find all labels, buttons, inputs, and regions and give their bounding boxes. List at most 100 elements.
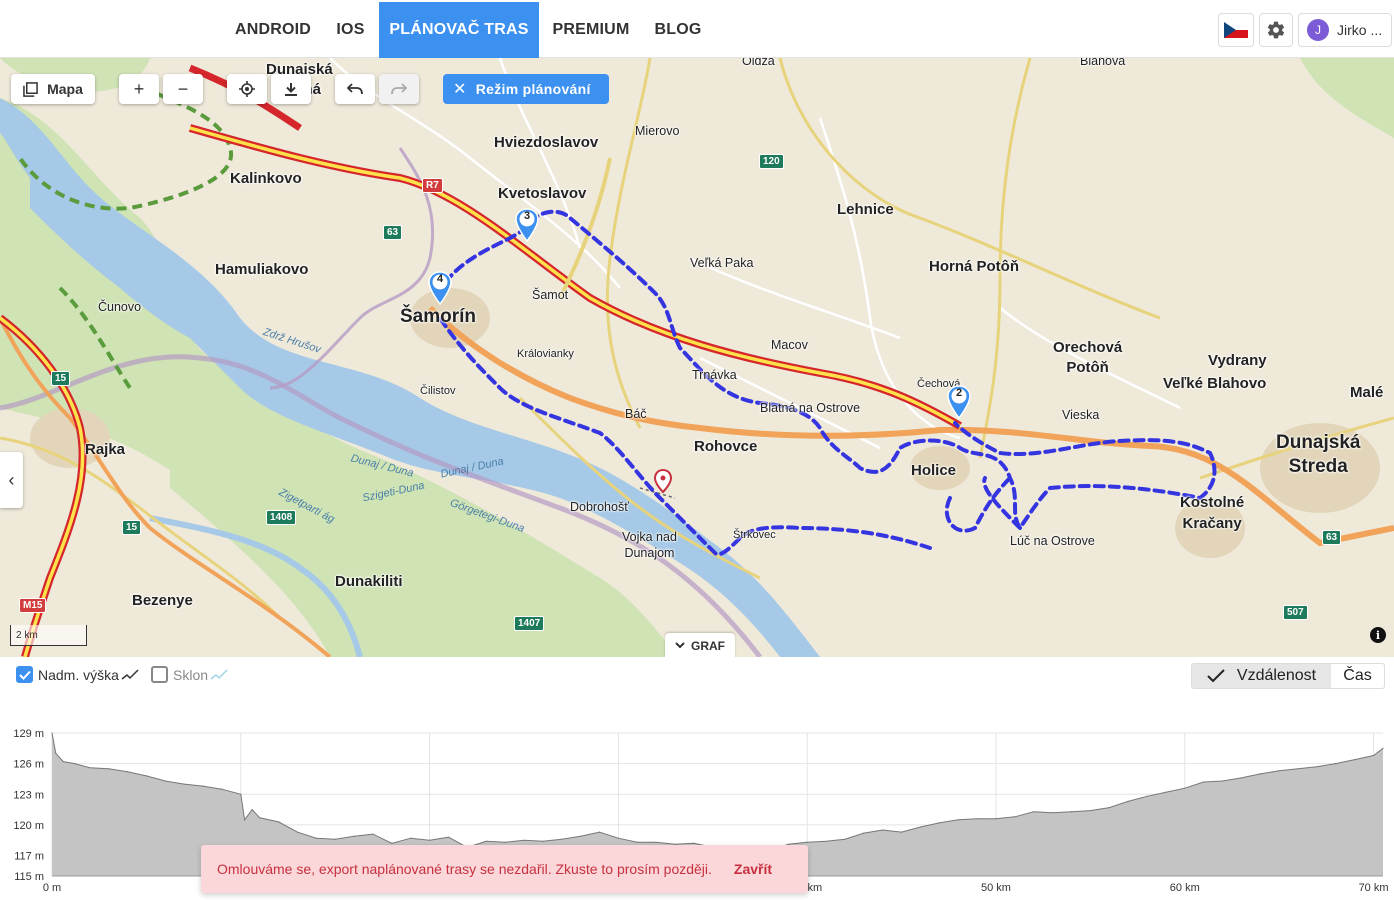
sidebar-toggle-button[interactable]: ‹ [0,452,23,508]
map-view[interactable]: Dunajská Lužná Oldza Blahova Mierovo Hvi… [0,58,1394,657]
road-shield-1408: 1408 [266,510,297,525]
elevation-point [523,839,525,841]
nav-ios[interactable]: IOS [322,2,379,58]
place-holice: Holice [911,462,957,479]
elevation-point [542,840,544,842]
zoom-in-button[interactable]: + [119,74,159,104]
place-vieska: Vieska [1062,408,1100,422]
elevation-point [844,838,846,840]
elevation-point [863,832,865,834]
language-button[interactable] [1218,13,1254,47]
waypoint-number: 4 [436,273,444,285]
graph-tab-label: GRAF [691,638,725,653]
chevron-down-icon [675,642,685,649]
place-velka-paka: Veľká Paka [690,256,754,270]
elevation-point [429,839,431,841]
error-toast: Omlouváme se, export naplánované trasy s… [201,845,808,893]
user-menu-button[interactable]: J Jirko ... [1298,13,1392,47]
place-bac: Báč [625,407,647,421]
place-hamuliakovo: Hamuliakovo [215,261,309,278]
elevation-point [1127,800,1129,802]
place-blatna: Blatná na Ostrove [760,401,861,415]
place-vojka: Vojka nad Dunajom [622,530,677,561]
checkbox-unchecked[interactable] [151,666,168,683]
waypoint-marker-2[interactable]: 2 [947,385,971,420]
zoom-out-button[interactable]: − [163,74,203,104]
map-layer-button[interactable]: Mapa [11,74,95,104]
elevation-point [259,817,261,819]
avatar: J [1307,19,1329,41]
toast-close-button[interactable]: Zavřít [734,861,772,877]
elevation-point [485,840,487,842]
road-shield-m15: M15 [19,598,47,613]
elevation-point [447,836,450,838]
redo-button[interactable] [379,74,419,104]
place-cilistov: Čilistov [420,385,456,397]
elevation-point [244,819,246,821]
elevation-point [995,818,997,820]
elevation-point [1297,768,1299,770]
czech-flag-icon [1224,22,1248,38]
elevation-point [62,761,64,763]
elevation-point [976,818,978,820]
y-tick-label: 129 m [13,728,44,740]
info-icon[interactable]: i [1370,627,1386,643]
nav-android[interactable]: ANDROID [224,2,322,58]
place-kostolne-kracany: Kostolné Kračany [1180,494,1245,532]
x-tick-label: 50 km [981,882,1011,894]
line-chart-icon [121,668,139,680]
slope-checkbox[interactable]: Sklon [151,666,228,683]
toggle-distance[interactable]: Vzdálenost [1192,664,1331,688]
toggle-time[interactable]: Čas [1331,664,1384,688]
place-kalinkovo: Kalinkovo [230,170,302,187]
settings-button[interactable] [1259,13,1293,47]
place-samorin: Šamorín [400,306,477,327]
elevation-point [51,732,53,734]
download-button[interactable] [271,74,311,104]
chevron-left-icon: ‹ [8,469,15,490]
elevation-point [251,809,253,811]
map-base-layer [0,58,1394,657]
road-shield-63b: 63 [1322,530,1342,545]
place-strkovec: Štrkovec [733,529,776,541]
elevation-checkbox[interactable]: Nadm. výška [16,666,139,683]
top-navigation-bar: ANDROID IOS PLÁNOVAČ TRAS PREMIUM BLOG J… [0,0,1394,58]
gear-icon [1267,21,1285,39]
y-tick-label: 115 m [14,871,44,883]
undo-button[interactable] [335,74,375,104]
elevation-point [1165,791,1167,793]
checkbox-checked[interactable] [16,666,33,683]
toast-message: Omlouváme se, export naplánované trasy s… [217,861,712,877]
planning-mode-button[interactable]: ✕ Režim plánování [443,74,609,104]
elevation-point [617,837,620,839]
elevation-point [315,837,317,839]
elevation-point [278,821,280,823]
road-shield-120: 120 [759,154,784,169]
place-cunovo: Čunovo [98,300,142,314]
elevation-point [183,783,185,785]
waypoint-marker-3[interactable]: 3 [515,208,539,243]
elevation-point [164,780,166,782]
crosshair-icon [239,81,255,97]
y-tick-label: 126 m [13,759,44,771]
locate-button[interactable] [227,74,267,104]
minus-icon: − [177,78,189,99]
elevation-point [240,793,242,795]
elevation-point [296,831,298,833]
y-tick-label: 123 m [13,789,44,801]
elevation-point [901,831,903,833]
elevation-point [372,833,374,835]
waypoint-marker-4[interactable]: 4 [428,271,452,306]
nav-premium[interactable]: PREMIUM [539,2,643,58]
place-orechova-poton: Orechová Potôň [1053,339,1123,376]
download-icon [285,82,297,96]
elevation-point [504,841,506,843]
place-rohovce: Rohovce [694,438,758,455]
graph-toggle-tab[interactable]: GRAF [665,633,735,657]
nav-route-planner[interactable]: PLÁNOVAČ TRAS [379,2,539,58]
nav-blog[interactable]: BLOG [643,2,713,58]
place-rajka: Rajka [85,441,126,458]
elevation-point [957,819,959,821]
elevation-point [882,829,884,831]
road-shield-507: 507 [1283,605,1308,620]
